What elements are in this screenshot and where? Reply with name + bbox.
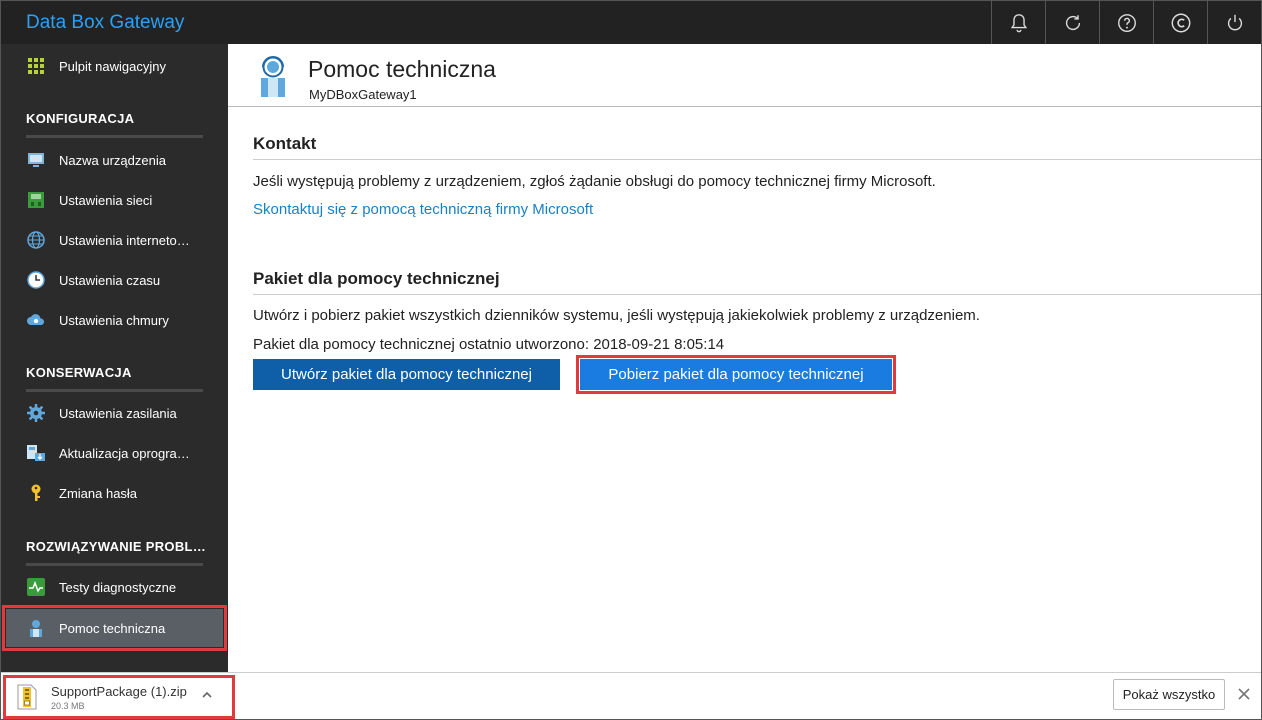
sidebar: Pulpit nawigacyjny KONFIGURACJA Nazwa ur… bbox=[1, 44, 228, 672]
sidebar-item-network[interactable]: Ustawienia sieci bbox=[1, 181, 228, 219]
page-subtitle: MyDBoxGateway1 bbox=[309, 87, 417, 102]
app-title[interactable]: Data Box Gateway bbox=[26, 12, 184, 34]
sidebar-item-label: Zmiana hasła bbox=[59, 485, 138, 501]
key-icon bbox=[26, 483, 46, 503]
sidebar-item-dashboard[interactable]: Pulpit nawigacyjny bbox=[1, 47, 228, 85]
grid-icon bbox=[26, 56, 46, 76]
last-created-text: Pakiet dla pomocy technicznej ostatnio u… bbox=[253, 336, 725, 353]
contact-support-link[interactable]: Skontaktuj się z pomocą techniczną firmy… bbox=[253, 201, 593, 218]
sidebar-item-label: Ustawienia chmury bbox=[59, 312, 169, 328]
create-support-package-button[interactable]: Utwórz pakiet dla pomocy technicznej bbox=[253, 359, 560, 390]
help-icon bbox=[1117, 13, 1136, 32]
page-title: Pomoc techniczna bbox=[308, 56, 496, 82]
section-divider bbox=[26, 389, 203, 392]
pulse-icon bbox=[26, 577, 46, 597]
top-icons bbox=[991, 1, 1261, 44]
sidebar-item-label: Ustawienia czasu bbox=[59, 272, 161, 288]
sidebar-item-label: Nazwa urządzenia bbox=[59, 152, 166, 168]
sidebar-item-support[interactable]: Pomoc techniczna bbox=[2, 605, 227, 651]
sidebar-item-time[interactable]: Ustawienia czasu bbox=[1, 261, 228, 299]
help-button[interactable] bbox=[1099, 1, 1153, 44]
close-icon[interactable] bbox=[1237, 687, 1251, 701]
copyright-button[interactable] bbox=[1153, 1, 1207, 44]
package-section-title: Pakiet dla pomocy technicznej bbox=[253, 269, 500, 288]
sidebar-item-change-password[interactable]: Zmiana hasła bbox=[1, 474, 228, 512]
sidebar-item-device-name[interactable]: Nazwa urządzenia bbox=[1, 141, 228, 179]
refresh-button[interactable] bbox=[1045, 1, 1099, 44]
zip-file-icon bbox=[17, 684, 37, 710]
chevron-up-icon[interactable] bbox=[199, 687, 215, 703]
gear-icon bbox=[26, 403, 46, 423]
download-support-package-button[interactable]: Pobierz pakiet dla pomocy technicznej bbox=[576, 355, 896, 394]
notifications-button[interactable] bbox=[991, 1, 1045, 44]
copyright-icon bbox=[1171, 13, 1190, 32]
sidebar-item-software-update[interactable]: Aktualizacja oprogramowania bbox=[1, 434, 228, 472]
section-header-maintenance: KONSERWACJA bbox=[26, 365, 132, 380]
main-content: Pomoc techniczna MyDBoxGateway1 Kontakt … bbox=[228, 44, 1261, 672]
package-text: Utwórz i pobierz pakiet wszystkich dzien… bbox=[253, 307, 980, 324]
show-all-button[interactable]: Pokaż wszystko bbox=[1113, 679, 1225, 710]
sidebar-item-label: Aktualizacja oprogramowania bbox=[59, 445, 199, 461]
cloud-icon bbox=[26, 310, 46, 330]
section-header-troubleshooting: ROZWIĄZYWANIE PROBLEMÓW bbox=[26, 539, 206, 554]
sidebar-item-label: Ustawienia sieci bbox=[59, 192, 153, 208]
clock-icon bbox=[26, 270, 46, 290]
sidebar-item-power[interactable]: Ustawienia zasilania bbox=[1, 394, 228, 432]
support-icon bbox=[26, 618, 46, 638]
sidebar-item-label: Ustawienia zasilania bbox=[59, 405, 177, 421]
download-file-size: 20.3 MB bbox=[51, 701, 85, 711]
section-divider bbox=[26, 135, 203, 138]
top-bar: Data Box Gateway bbox=[1, 1, 1261, 44]
app-window: Data Box Gateway Pulpit nawigacyjny KONF… bbox=[0, 0, 1262, 720]
sidebar-item-label: Pulpit nawigacyjny bbox=[59, 58, 166, 74]
sidebar-item-diagnostics[interactable]: Testy diagnostyczne bbox=[1, 568, 228, 606]
device-icon bbox=[26, 150, 46, 170]
download-bar: SupportPackage (1).zip 20.3 MB Pokaż wsz… bbox=[1, 672, 1261, 719]
download-file-name: SupportPackage (1).zip bbox=[51, 684, 187, 699]
sidebar-item-web-proxy[interactable]: Ustawienia internetowego serwera proxy bbox=[1, 221, 228, 259]
download-item[interactable]: SupportPackage (1).zip 20.3 MB bbox=[3, 675, 235, 719]
section-header-configuration: KONFIGURACJA bbox=[26, 111, 135, 126]
refresh-icon bbox=[1065, 14, 1080, 30]
power-icon bbox=[1227, 14, 1242, 30]
sidebar-item-cloud[interactable]: Ustawienia chmury bbox=[1, 301, 228, 339]
sidebar-item-label: Testy diagnostyczne bbox=[59, 579, 177, 595]
page-header: Pomoc techniczna MyDBoxGateway1 bbox=[228, 44, 1261, 107]
bell-icon bbox=[1010, 13, 1027, 32]
contact-section-title: Kontakt bbox=[253, 134, 317, 153]
section-divider bbox=[253, 294, 1261, 295]
contact-text: Jeśli występują problemy z urządzeniem, … bbox=[253, 173, 936, 190]
sidebar-item-label: Pomoc techniczna bbox=[59, 620, 166, 636]
support-icon bbox=[261, 56, 285, 97]
section-divider bbox=[253, 159, 1261, 160]
power-button[interactable] bbox=[1207, 1, 1261, 44]
sidebar-item-label: Ustawienia internetowego serwera proxy bbox=[59, 232, 199, 248]
globe-icon bbox=[26, 230, 46, 250]
update-icon bbox=[26, 443, 46, 463]
network-icon bbox=[26, 190, 46, 210]
section-divider bbox=[26, 563, 203, 566]
